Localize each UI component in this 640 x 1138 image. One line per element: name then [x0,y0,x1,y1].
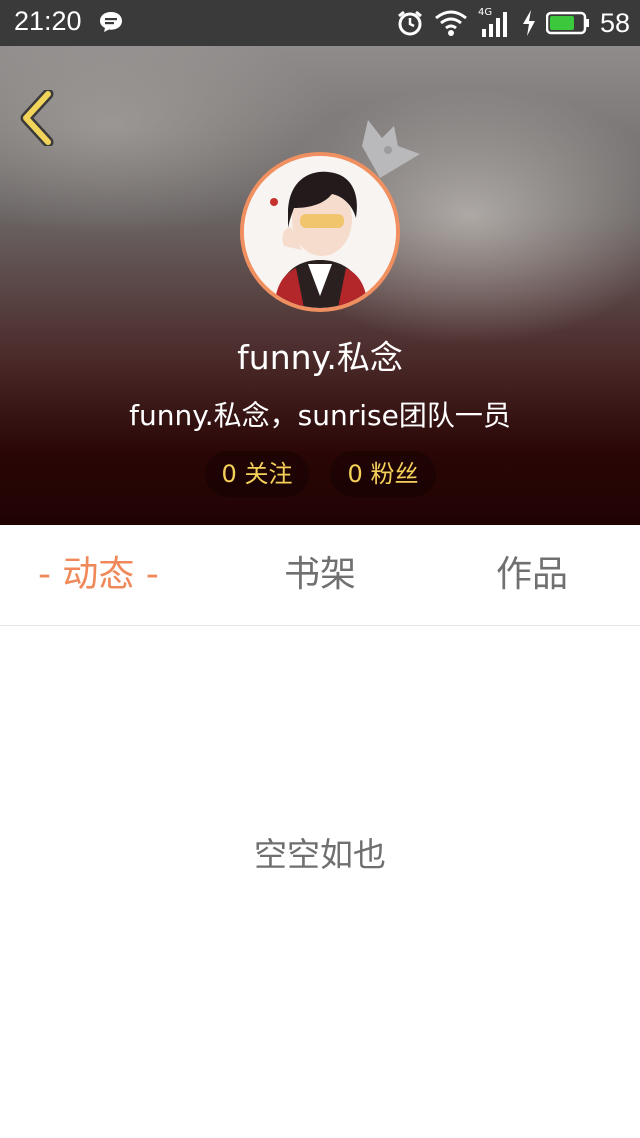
avatar[interactable] [240,152,400,312]
profile-tabs: - 动态 - 书架 作品 [0,525,640,626]
charging-icon [522,10,535,36]
profile-header: funny.私念 funny.私念，sunrise团队一员 0 关注 0 粉丝 [0,46,640,525]
message-icon [100,12,122,32]
status-time: 21:20 [14,6,82,36]
signal-icon: 4G [478,7,512,37]
status-bar: 21:20 4G 58 [0,0,640,46]
tab-activity[interactable]: - 动态 - [38,525,159,625]
empty-state-text: 空空如也 [254,835,386,874]
tab-bookshelf[interactable]: 书架 [284,525,356,625]
status-icons: 4G 58 [386,6,630,40]
alarm-icon [398,10,422,36]
avatar-illustration [244,156,396,308]
username: funny.私念 [237,338,403,377]
wifi-icon [435,10,467,36]
user-bio: funny.私念，sunrise团队一员 [129,399,511,432]
followers-count-button[interactable]: 0 粉丝 [330,451,436,497]
battery-icon [545,11,589,35]
tab-works[interactable]: 作品 [496,525,568,625]
battery-level: 58 [599,7,630,38]
back-arrow-icon[interactable] [14,90,62,146]
following-count-button[interactable]: 0 关注 [205,451,309,497]
